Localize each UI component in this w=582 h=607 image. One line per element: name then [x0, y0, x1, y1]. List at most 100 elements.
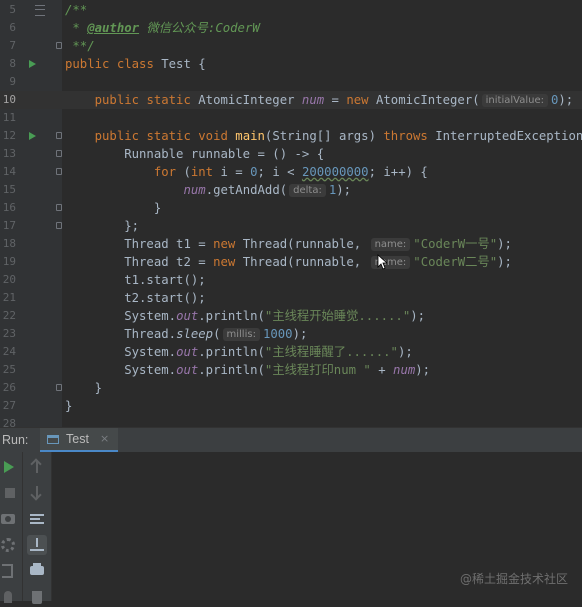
code-line[interactable]: 28: [0, 415, 582, 427]
code-text: **/: [65, 37, 94, 55]
soft-wrap-button[interactable]: [27, 509, 47, 529]
code-text: Thread t2 = new Thread(runnable, name: "C…: [65, 253, 512, 271]
clear-button[interactable]: [27, 587, 47, 607]
line-number: 10: [2, 93, 16, 106]
code-token: .println(: [198, 345, 265, 359]
code-line[interactable]: 17 };: [0, 217, 582, 235]
fold-marker-icon[interactable]: [56, 168, 62, 175]
print-button[interactable]: [27, 561, 47, 581]
code-line[interactable]: 27}: [0, 397, 582, 415]
code-token: System.: [65, 309, 177, 323]
code-text: /**: [65, 1, 87, 19]
line-number: 25: [2, 363, 16, 376]
code-token: public: [65, 57, 117, 71]
code-line[interactable]: 10 public static AtomicInteger num = new…: [0, 91, 582, 109]
code-line[interactable]: 24 System.out.println("主线程睡醒了......");: [0, 343, 582, 361]
code-text: System.out.println("主线程睡醒了......");: [65, 343, 413, 361]
line-number: 22: [2, 309, 16, 322]
code-token: new: [346, 93, 376, 107]
line-number: 7: [9, 39, 16, 52]
parameter-hint: millis:: [222, 328, 260, 341]
code-token: "主线程开始睡觉......": [264, 309, 411, 323]
stop-button[interactable]: [0, 483, 20, 503]
code-token: public: [65, 93, 147, 107]
run-gutter-icon[interactable]: [29, 132, 36, 140]
fold-marker-icon[interactable]: [56, 222, 62, 229]
fold-marker-icon[interactable]: [56, 42, 62, 49]
code-token: t2.start();: [65, 291, 206, 305]
camera-icon: [1, 514, 15, 524]
code-token: new: [213, 255, 243, 269]
code-line[interactable]: 11: [0, 109, 582, 127]
code-token: i =: [220, 165, 251, 179]
code-token: .getAndAdd(: [205, 183, 288, 197]
scroll-to-end-button[interactable]: [27, 535, 47, 555]
code-line[interactable]: 21 t2.start();: [0, 289, 582, 307]
code-token: static: [146, 129, 199, 143]
code-token: "主线程打印num ": [264, 363, 371, 377]
code-line[interactable]: 15 num.getAndAdd(delta: 1);: [0, 181, 582, 199]
up-button[interactable]: [27, 457, 47, 477]
tab-test[interactable]: Test ×: [40, 428, 118, 452]
code-token: Thread.: [65, 327, 177, 341]
code-line[interactable]: 18 Thread t1 = new Thread(runnable, name…: [0, 235, 582, 253]
code-token: static: [146, 93, 199, 107]
console-output[interactable]: @稀土掘金技术社区: [52, 452, 582, 601]
exit-button[interactable]: [0, 561, 18, 581]
code-token: out: [176, 309, 199, 323]
run-toolbar-left: [0, 452, 23, 603]
code-token: .println(: [198, 363, 265, 377]
code-text: public static AtomicInteger num = new At…: [65, 91, 573, 109]
code-line[interactable]: 14 for (int i = 0; i < 200000000; i++) {: [0, 163, 582, 181]
code-line[interactable]: 20 t1.start();: [0, 271, 582, 289]
code-token: }: [65, 399, 73, 413]
fold-marker-icon[interactable]: [56, 150, 62, 157]
line-number: 5: [9, 3, 16, 16]
close-icon[interactable]: ×: [100, 428, 109, 450]
rerun-button[interactable]: [0, 457, 20, 477]
code-text: }: [65, 397, 72, 415]
code-token: new: [213, 237, 243, 251]
code-token: 200000000: [301, 165, 369, 179]
code-token: throws: [383, 129, 436, 143]
code-editor[interactable]: 5/** 6 * @author 微信公众号:CoderW 7 **/8 public…: [0, 0, 582, 427]
code-line[interactable]: 5 /**: [0, 1, 582, 19]
code-token: /**: [65, 3, 88, 17]
fold-list-icon[interactable]: [35, 5, 45, 16]
snapshot-button[interactable]: [0, 509, 18, 529]
code-line[interactable]: 8 public class Test {: [0, 55, 582, 73]
line-number: 6: [9, 21, 16, 34]
trash-icon: [32, 591, 42, 604]
code-line[interactable]: 13 Runnable runnable = () -> {: [0, 145, 582, 163]
line-number: 27: [2, 399, 16, 412]
settings-button[interactable]: [0, 535, 18, 555]
down-button[interactable]: [27, 483, 47, 503]
code-token: );: [410, 309, 426, 323]
code-line[interactable]: 25 System.out.println("主线程打印num " + num)…: [0, 361, 582, 379]
code-token: t1.start();: [65, 273, 206, 287]
code-line[interactable]: 23 Thread.sleep(millis: 1000);: [0, 325, 582, 343]
code-line[interactable]: 9: [0, 73, 582, 91]
line-number: 9: [9, 75, 16, 88]
code-token: }: [65, 381, 103, 395]
code-line[interactable]: 7 **/: [0, 37, 582, 55]
code-line[interactable]: 26 }: [0, 379, 582, 397]
code-line[interactable]: 16 }: [0, 199, 582, 217]
code-line[interactable]: 22 System.out.println("主线程开始睡觉......");: [0, 307, 582, 325]
parameter-hint: name:: [370, 238, 411, 251]
fold-marker-icon[interactable]: [56, 384, 62, 391]
fold-marker-icon[interactable]: [56, 204, 62, 211]
code-line[interactable]: 19 Thread t2 = new Thread(runnable, name…: [0, 253, 582, 271]
line-number: 21: [2, 291, 16, 304]
code-token: );: [336, 183, 352, 197]
code-token: @author: [87, 21, 140, 35]
run-gutter-icon[interactable]: [29, 60, 36, 68]
code-token: *: [65, 21, 88, 35]
fold-marker-icon[interactable]: [56, 132, 62, 139]
code-token: (: [213, 327, 221, 341]
code-line[interactable]: 6 * @author 微信公众号:CoderW: [0, 19, 582, 37]
line-number: 19: [2, 255, 16, 268]
pin-button[interactable]: [0, 587, 18, 607]
code-line[interactable]: 12 public static void main(String[] args…: [0, 127, 582, 145]
